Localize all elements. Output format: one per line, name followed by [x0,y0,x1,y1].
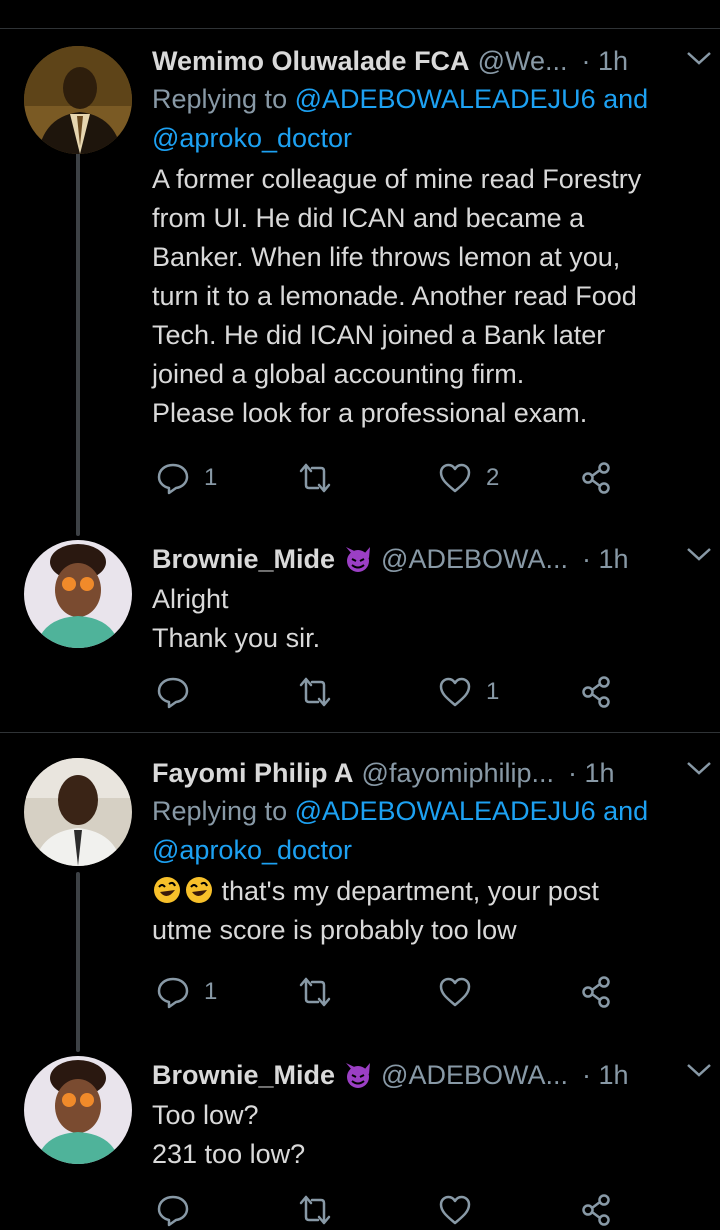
reply-button[interactable] [156,672,204,712]
like-icon [439,1195,471,1225]
reply-icon [157,977,189,1009]
like-icon [439,977,471,1007]
mention-link[interactable]: @ADEBOWALEADEJU6 [295,84,596,114]
timestamp: · 1h [568,757,615,788]
retweet-icon [299,463,331,493]
share-icon [582,1194,610,1226]
avatar[interactable] [24,540,132,648]
reply-button[interactable]: 1 [156,972,217,1012]
like-icon [439,463,471,493]
like-count: 2 [486,464,500,491]
and-text: and [603,796,649,826]
tweet-text: A former colleague of mine read Forestry… [152,164,642,428]
author-name[interactable]: Brownie_Mide [152,544,335,575]
reply-button[interactable]: 1 [156,458,217,498]
tweet-divider [0,732,720,733]
avatar[interactable] [24,46,132,154]
rofl-emoji-icon [186,877,212,903]
chevron-down-icon[interactable] [686,760,712,776]
timestamp: · 1h [581,1059,629,1090]
tweet-2[interactable]: Brownie_Mide @ADEBOWA... · 1h Alright Th… [0,526,720,732]
retweet-icon [299,1195,331,1225]
retweet-button[interactable] [298,972,332,1012]
mention-link[interactable]: @aproko_doctor [152,835,352,865]
author-name[interactable]: Fayomi Philip A [152,758,354,789]
share-icon [582,676,610,708]
share-button[interactable] [580,458,614,498]
devil-emoji-icon [346,1063,371,1088]
author-handle[interactable]: @We... [478,46,568,77]
author-handle[interactable]: @fayomiphilip... [362,758,554,789]
reply-icon [157,463,189,495]
reply-icon [157,677,189,709]
like-button[interactable] [438,972,472,1012]
share-button[interactable] [580,1190,614,1230]
like-button[interactable] [438,1190,472,1230]
chevron-down-icon[interactable] [686,50,712,66]
rofl-emoji-icon [154,877,180,903]
reply-button[interactable] [156,1190,190,1230]
tweet-3[interactable]: Fayomi Philip A @fayomiphilip... · 1h Re… [0,740,720,1050]
tweet-text: that's my department, your post utme sco… [152,876,599,945]
author-handle[interactable]: @ADEBOWA... [381,544,568,575]
reply-icon [157,1195,189,1227]
replying-to: Replying to @ADEBOWALEADEJU6 and @aproko… [152,84,649,153]
share-icon [582,462,610,494]
mention-link[interactable]: @ADEBOWALEADEJU6 [295,796,596,826]
retweet-icon [299,677,331,707]
like-button[interactable]: 2 [438,458,499,498]
tweet-1[interactable]: Wemimo Oluwalade FCA @We... · 1h Replyin… [0,28,720,538]
tweet-text: Too low? 231 too low? [152,1100,306,1169]
author-name[interactable]: Wemimo Oluwalade FCA [152,46,470,77]
replying-to: Replying to @ADEBOWALEADEJU6 and @aproko… [152,796,649,865]
tweet-text: Alright Thank you sir. [152,584,321,653]
share-button[interactable] [580,672,614,712]
like-count: 1 [486,678,500,705]
like-button[interactable]: 1 [438,672,499,712]
reply-count: 1 [204,978,218,1005]
retweet-icon [299,977,331,1007]
reply-count: 1 [204,464,218,491]
author-name[interactable]: Brownie_Mide [152,1060,335,1091]
tweet-4[interactable]: Brownie_Mide @ADEBOWA... · 1h Too low? 2… [0,1042,720,1227]
author-handle[interactable]: @ADEBOWA... [381,1060,568,1091]
retweet-button[interactable] [298,458,332,498]
retweet-button[interactable] [298,1190,332,1230]
chevron-down-icon[interactable] [686,1062,712,1078]
timestamp: · 1h [581,543,629,574]
timestamp: · 1h [581,45,629,76]
like-icon [439,677,471,707]
avatar[interactable] [24,758,132,866]
and-text: and [603,84,649,114]
share-button[interactable] [580,972,614,1012]
avatar[interactable] [24,1056,132,1164]
devil-emoji-icon [346,547,371,572]
mention-link[interactable]: @aproko_doctor [152,123,352,153]
chevron-down-icon[interactable] [686,546,712,562]
retweet-button[interactable] [298,672,332,712]
share-icon [582,976,610,1008]
